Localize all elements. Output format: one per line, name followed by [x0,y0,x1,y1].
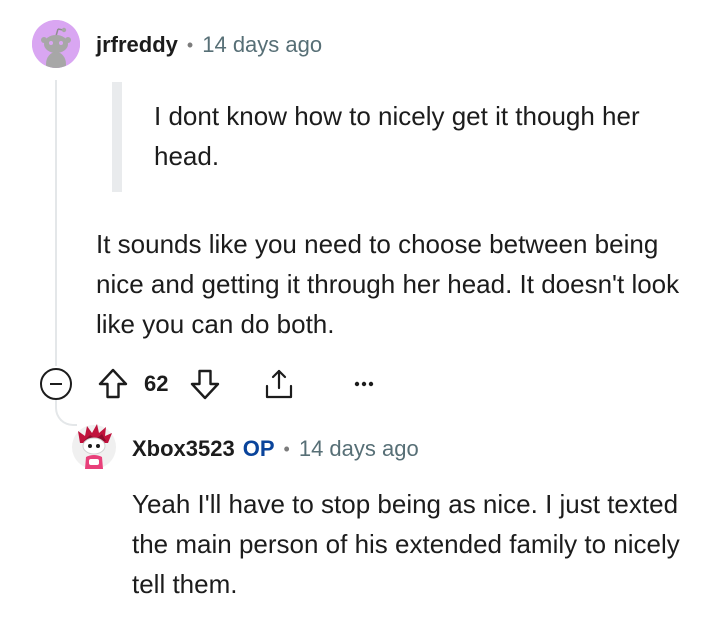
share-icon[interactable] [262,366,296,402]
comment-timestamp[interactable]: 14 days ago [202,32,322,58]
downvote-arrow-icon[interactable] [188,366,222,402]
comment-quote: I dont know how to nicely get it though … [154,101,640,171]
reply-author[interactable]: Xbox3523 [132,436,235,462]
more-options-icon[interactable] [350,370,378,398]
op-badge: OP [242,436,275,461]
collapse-thread-button[interactable] [40,368,72,400]
snoo-avatar-icon [32,20,80,68]
meta-separator: • [283,438,290,459]
vote-count: 62 [144,371,169,396]
comment-meta: jrfreddy • 14 days ago [96,30,322,60]
collapse-thread-icon [50,383,62,385]
comment-body: It sounds like you need to choose betwee… [96,229,680,339]
avatar[interactable] [32,20,80,68]
reply-avatar[interactable] [70,421,118,471]
reply-meta: Xbox3523 OP • 14 days ago [132,434,419,464]
custom-snoo-avatar-icon [72,424,116,469]
thread-line[interactable] [55,80,57,366]
reply-body: Yeah I'll have to stop being as nice. I … [132,489,680,599]
comment-author[interactable]: jrfreddy [96,32,178,58]
quote-bar [112,82,122,192]
upvote-arrow-icon[interactable] [96,366,130,402]
meta-separator: • [186,34,194,55]
reply-timestamp[interactable]: 14 days ago [299,436,419,462]
